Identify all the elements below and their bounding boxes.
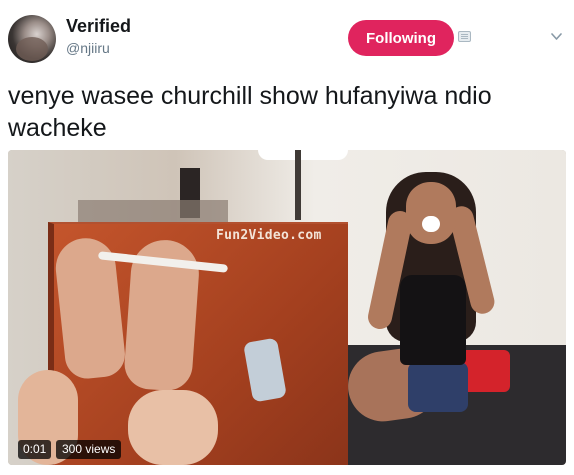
video-scene-lamp [258,150,348,160]
avatar[interactable] [8,15,56,63]
video-player[interactable]: Fun2Video.com 0:01 300 views [8,150,566,465]
video-scene-lamp-pole [295,150,301,220]
video-person-top [400,275,466,365]
video-person-face [406,182,456,244]
following-button[interactable]: Following [348,20,454,56]
video-views-badge: 300 views [56,440,122,459]
video-scene-hand-right [128,390,218,465]
user-display-name[interactable]: Verified [66,16,131,37]
chevron-down-icon[interactable] [551,31,562,42]
tweet-text: venye wasee churchill show hufanyiwa ndi… [8,82,492,142]
video-duration-badge: 0:01 [18,440,52,459]
tweet-header: Verified @njiiru Following [0,0,574,70]
user-handle[interactable]: @njiiru [66,40,110,56]
profile-card-icon[interactable] [458,31,471,42]
video-person-mouth [422,216,440,232]
video-person-shorts [408,362,468,412]
video-watermark: Fun2Video.com [216,228,322,243]
